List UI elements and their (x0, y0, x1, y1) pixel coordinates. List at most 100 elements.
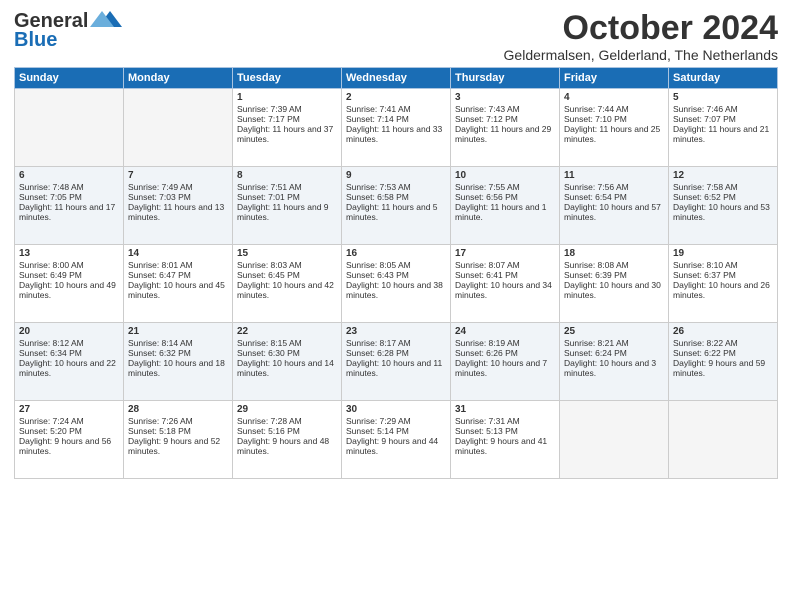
day-info: Sunset: 7:05 PM (19, 192, 119, 202)
day-info: Sunrise: 7:24 AM (19, 416, 119, 426)
page-container: General Blue October 2024 Geldermalsen, … (0, 0, 792, 485)
weekday-header-monday: Monday (124, 68, 233, 89)
day-info: Sunset: 6:41 PM (455, 270, 555, 280)
title-block: October 2024 Geldermalsen, Gelderland, T… (504, 10, 778, 63)
day-info: Daylight: 11 hours and 1 minute. (455, 202, 555, 222)
day-cell: 19Sunrise: 8:10 AMSunset: 6:37 PMDayligh… (669, 245, 778, 323)
day-info: Sunrise: 8:22 AM (673, 338, 773, 348)
day-info: Sunset: 6:30 PM (237, 348, 337, 358)
day-info: Daylight: 9 hours and 56 minutes. (19, 436, 119, 456)
day-info: Daylight: 11 hours and 33 minutes. (346, 124, 446, 144)
day-info: Daylight: 10 hours and 42 minutes. (237, 280, 337, 300)
day-info: Sunrise: 8:14 AM (128, 338, 228, 348)
logo: General Blue (14, 10, 122, 52)
day-info: Sunset: 6:37 PM (673, 270, 773, 280)
logo-blue: Blue (14, 29, 57, 52)
day-info: Daylight: 10 hours and 30 minutes. (564, 280, 664, 300)
weekday-header-tuesday: Tuesday (233, 68, 342, 89)
day-number: 8 (237, 170, 337, 181)
day-number: 25 (564, 326, 664, 337)
day-number: 20 (19, 326, 119, 337)
day-number: 6 (19, 170, 119, 181)
day-number: 23 (346, 326, 446, 337)
day-info: Daylight: 11 hours and 9 minutes. (237, 202, 337, 222)
day-number: 4 (564, 92, 664, 103)
day-cell: 27Sunrise: 7:24 AMSunset: 5:20 PMDayligh… (15, 401, 124, 479)
day-info: Sunrise: 7:44 AM (564, 104, 664, 114)
weekday-header-row: SundayMondayTuesdayWednesdayThursdayFrid… (15, 68, 778, 89)
day-info: Sunset: 6:56 PM (455, 192, 555, 202)
day-info: Sunrise: 7:51 AM (237, 182, 337, 192)
day-info: Sunset: 6:52 PM (673, 192, 773, 202)
day-info: Sunset: 6:54 PM (564, 192, 664, 202)
day-info: Daylight: 10 hours and 14 minutes. (237, 358, 337, 378)
day-info: Daylight: 10 hours and 49 minutes. (19, 280, 119, 300)
day-cell: 24Sunrise: 8:19 AMSunset: 6:26 PMDayligh… (451, 323, 560, 401)
day-cell: 3Sunrise: 7:43 AMSunset: 7:12 PMDaylight… (451, 89, 560, 167)
logo-icon (90, 9, 122, 31)
day-number: 18 (564, 248, 664, 259)
day-cell: 23Sunrise: 8:17 AMSunset: 6:28 PMDayligh… (342, 323, 451, 401)
day-info: Sunset: 7:12 PM (455, 114, 555, 124)
day-info: Sunrise: 7:43 AM (455, 104, 555, 114)
day-cell: 31Sunrise: 7:31 AMSunset: 5:13 PMDayligh… (451, 401, 560, 479)
day-number: 28 (128, 404, 228, 415)
day-number: 2 (346, 92, 446, 103)
day-cell: 17Sunrise: 8:07 AMSunset: 6:41 PMDayligh… (451, 245, 560, 323)
day-number: 31 (455, 404, 555, 415)
day-number: 12 (673, 170, 773, 181)
day-info: Daylight: 11 hours and 21 minutes. (673, 124, 773, 144)
day-info: Sunrise: 8:15 AM (237, 338, 337, 348)
day-number: 13 (19, 248, 119, 259)
day-info: Sunrise: 8:21 AM (564, 338, 664, 348)
day-info: Sunset: 6:39 PM (564, 270, 664, 280)
day-info: Sunrise: 7:56 AM (564, 182, 664, 192)
day-info: Sunrise: 7:46 AM (673, 104, 773, 114)
day-info: Sunrise: 7:55 AM (455, 182, 555, 192)
day-info: Sunrise: 8:05 AM (346, 260, 446, 270)
day-info: Sunset: 5:13 PM (455, 426, 555, 436)
day-number: 15 (237, 248, 337, 259)
weekday-header-saturday: Saturday (669, 68, 778, 89)
day-info: Daylight: 11 hours and 5 minutes. (346, 202, 446, 222)
day-cell: 2Sunrise: 7:41 AMSunset: 7:14 PMDaylight… (342, 89, 451, 167)
day-number: 7 (128, 170, 228, 181)
day-cell (15, 89, 124, 167)
day-info: Sunset: 6:45 PM (237, 270, 337, 280)
day-info: Sunrise: 7:29 AM (346, 416, 446, 426)
day-info: Sunrise: 7:26 AM (128, 416, 228, 426)
day-cell (669, 401, 778, 479)
day-number: 14 (128, 248, 228, 259)
day-info: Sunset: 6:32 PM (128, 348, 228, 358)
day-info: Daylight: 11 hours and 17 minutes. (19, 202, 119, 222)
day-info: Sunset: 6:49 PM (19, 270, 119, 280)
day-info: Sunset: 5:20 PM (19, 426, 119, 436)
day-cell: 9Sunrise: 7:53 AMSunset: 6:58 PMDaylight… (342, 167, 451, 245)
day-info: Sunset: 6:28 PM (346, 348, 446, 358)
day-info: Sunrise: 7:39 AM (237, 104, 337, 114)
day-number: 21 (128, 326, 228, 337)
day-info: Sunrise: 8:19 AM (455, 338, 555, 348)
day-info: Daylight: 11 hours and 37 minutes. (237, 124, 337, 144)
day-cell: 11Sunrise: 7:56 AMSunset: 6:54 PMDayligh… (560, 167, 669, 245)
day-number: 11 (564, 170, 664, 181)
day-info: Sunset: 6:58 PM (346, 192, 446, 202)
day-info: Sunset: 6:47 PM (128, 270, 228, 280)
day-info: Sunset: 6:26 PM (455, 348, 555, 358)
day-cell: 1Sunrise: 7:39 AMSunset: 7:17 PMDaylight… (233, 89, 342, 167)
day-info: Daylight: 9 hours and 41 minutes. (455, 436, 555, 456)
day-number: 22 (237, 326, 337, 337)
day-number: 19 (673, 248, 773, 259)
day-info: Daylight: 10 hours and 57 minutes. (564, 202, 664, 222)
day-info: Daylight: 11 hours and 25 minutes. (564, 124, 664, 144)
day-info: Sunrise: 8:03 AM (237, 260, 337, 270)
day-number: 9 (346, 170, 446, 181)
day-info: Daylight: 10 hours and 38 minutes. (346, 280, 446, 300)
day-cell (560, 401, 669, 479)
day-info: Daylight: 10 hours and 53 minutes. (673, 202, 773, 222)
day-info: Sunset: 6:43 PM (346, 270, 446, 280)
day-cell: 20Sunrise: 8:12 AMSunset: 6:34 PMDayligh… (15, 323, 124, 401)
day-cell: 14Sunrise: 8:01 AMSunset: 6:47 PMDayligh… (124, 245, 233, 323)
day-info: Sunrise: 8:10 AM (673, 260, 773, 270)
day-info: Daylight: 10 hours and 7 minutes. (455, 358, 555, 378)
